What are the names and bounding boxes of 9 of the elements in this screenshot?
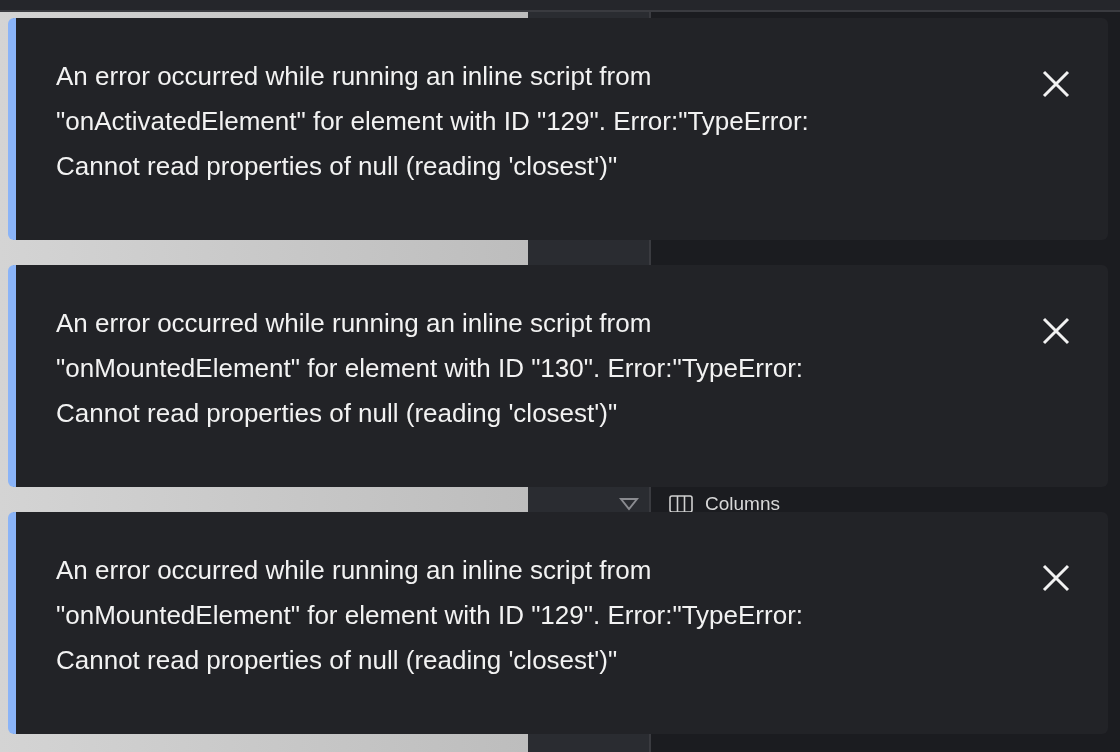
panel-item[interactable]: Columns: [651, 490, 1120, 518]
error-message: An error occurred while running an inline script from "onActivatedElement" for element with ID "129". Error:"TypeError: Cannot read properties of null (reading 'closest')": [56, 60, 809, 183]
error-message: An error occurred while running an inline script from "onMountedElement" for element with ID "129". Error:"TypeError: Cannot read properties of null (reading 'closest')": [56, 554, 804, 677]
close-icon[interactable]: [1042, 317, 1070, 345]
error-message: An error occurred while running an inline script from "onMountedElement" for element with ID "130". Error:"TypeError: Cannot read properties of null (reading 'closest')": [56, 307, 804, 430]
close-icon[interactable]: [1042, 70, 1070, 98]
close-icon[interactable]: [1042, 564, 1070, 592]
columns-icon: [669, 495, 693, 513]
chevron-icon[interactable]: [619, 497, 639, 511]
